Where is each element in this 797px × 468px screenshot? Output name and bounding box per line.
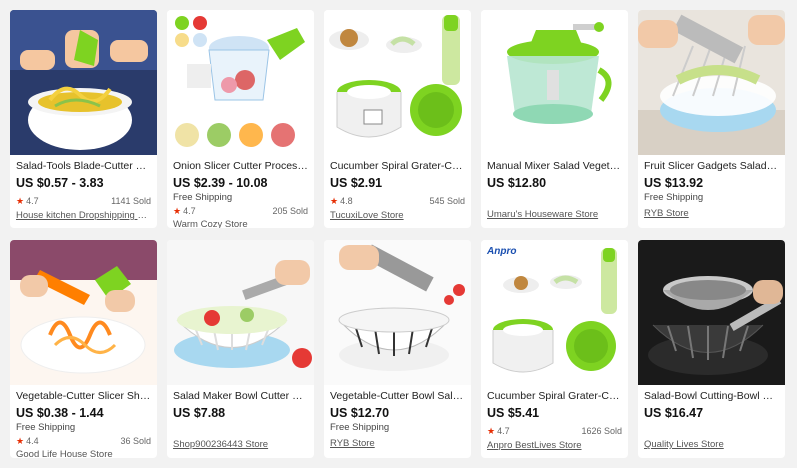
product-price: US $7.88 <box>173 406 226 420</box>
rating-value: 4.7 <box>497 426 510 436</box>
rating-value: 4.7 <box>183 206 196 216</box>
product-title[interactable]: Onion Slicer Cutter Processor Sala... <box>173 160 308 173</box>
sold-count: 1141 Sold <box>111 196 151 206</box>
product-meta: ★ 4.8 545 Sold <box>330 195 465 207</box>
product-info: Cucumber Spiral Grater-Cutter Sal... US … <box>324 155 471 222</box>
shipping-label: Free Shipping <box>16 422 76 433</box>
rating: ★ 4.7 <box>173 205 196 217</box>
product-card-4[interactable]: Manual Mixer Salad Vegetable Cho... US $… <box>481 10 628 228</box>
product-title[interactable]: Vegetable-Cutter Bowl Salad Kitch... <box>330 390 465 403</box>
store-link[interactable]: TucuxiLove Store <box>330 210 465 222</box>
star-icon: ★ <box>173 206 182 216</box>
product-price: US $12.80 <box>487 176 547 190</box>
shipping-label: Free Shipping <box>644 192 704 203</box>
product-price: US $5.41 <box>487 406 540 420</box>
product-image[interactable] <box>10 10 157 155</box>
product-image[interactable]: Anpro <box>481 240 628 385</box>
product-image[interactable] <box>638 10 785 155</box>
product-info: Vegetable-Cutter Bowl Salad Kitch... US … <box>324 385 471 450</box>
product-image[interactable] <box>324 240 471 385</box>
rating: ★ 4.8 <box>330 195 353 207</box>
product-card-8[interactable]: Vegetable-Cutter Bowl Salad Kitch... US … <box>324 240 471 458</box>
product-price: US $12.70 <box>330 406 390 420</box>
product-info: Salad Maker Bowl Cutter Slicer Ho... US … <box>167 385 314 451</box>
store-link[interactable]: RYB Store <box>644 208 779 220</box>
product-title[interactable]: Fruit Slicer Gadgets Salad Cutting-... <box>644 160 779 173</box>
product-card-7[interactable]: Salad Maker Bowl Cutter Slicer Ho... US … <box>167 240 314 458</box>
product-grid: Salad-Tools Blade-Cutter Grater Sp... US… <box>10 10 785 458</box>
product-price: US $13.92 <box>644 176 704 190</box>
product-image[interactable] <box>324 10 471 155</box>
store-link[interactable]: Good Life House Store <box>16 449 151 458</box>
sold-count: 1626 Sold <box>581 426 622 436</box>
product-image[interactable] <box>167 240 314 385</box>
product-image[interactable] <box>638 240 785 385</box>
product-meta: ★ 4.7 1626 Sold <box>487 425 622 437</box>
rating: ★ 4.4 <box>16 435 39 447</box>
product-title[interactable]: Cucumber Spiral Grater-Cutter Sal... <box>330 160 465 173</box>
product-price: US $2.39 - 10.08 <box>173 176 268 190</box>
star-icon: ★ <box>16 436 25 446</box>
product-price: US $2.91 <box>330 176 383 190</box>
product-info: Cucumber Spiral Grater-Cutter Bla... US … <box>481 385 628 452</box>
product-image[interactable] <box>481 10 628 155</box>
store-link[interactable]: Quality Lives Store <box>644 439 779 451</box>
product-info: Salad-Tools Blade-Cutter Grater Sp... US… <box>10 155 157 222</box>
product-info: Onion Slicer Cutter Processor Sala... US… <box>167 155 314 228</box>
store-link[interactable]: Umaru's Houseware Store <box>487 209 622 221</box>
product-title[interactable]: Manual Mixer Salad Vegetable Cho... <box>487 160 622 173</box>
store-link[interactable]: Anpro BestLives Store <box>487 440 622 452</box>
product-meta: ★ 4.4 36 Sold <box>16 435 151 447</box>
product-price: US $0.38 - 1.44 <box>16 406 104 420</box>
product-info: Fruit Slicer Gadgets Salad Cutting-... U… <box>638 155 785 220</box>
shipping-label: Free Shipping <box>173 192 233 203</box>
sold-count: 545 Sold <box>429 196 465 206</box>
product-info: Manual Mixer Salad Vegetable Cho... US $… <box>481 155 628 221</box>
rating: ★ 4.7 <box>487 425 510 437</box>
product-title[interactable]: Salad Maker Bowl Cutter Slicer Ho... <box>173 390 308 403</box>
product-image[interactable] <box>10 240 157 385</box>
shipping-label: Free Shipping <box>330 422 390 433</box>
product-info: Salad-Bowl Cutting-Bowl Fruit Stai... US… <box>638 385 785 451</box>
product-card-9[interactable]: Anpro Cucumber Spiral Grater-Cutter Bla.… <box>481 240 628 458</box>
product-card-10[interactable]: Salad-Bowl Cutting-Bowl Fruit Stai... US… <box>638 240 785 458</box>
product-title[interactable]: Salad-Bowl Cutting-Bowl Fruit Stai... <box>644 390 779 403</box>
store-link[interactable]: Warm Cozy Store <box>173 219 308 228</box>
star-icon: ★ <box>487 426 496 436</box>
product-card-2[interactable]: Onion Slicer Cutter Processor Sala... US… <box>167 10 314 228</box>
product-info: Vegetable-Cutter Slicer Shred-Devi... US… <box>10 385 157 458</box>
rating-value: 4.7 <box>26 196 39 206</box>
store-link[interactable]: Shop900236443 Store <box>173 439 308 451</box>
rating: ★ 4.7 <box>16 195 39 207</box>
star-icon: ★ <box>16 196 25 206</box>
product-card-5[interactable]: Fruit Slicer Gadgets Salad Cutting-... U… <box>638 10 785 228</box>
star-icon: ★ <box>330 196 339 206</box>
sold-count: 36 Sold <box>120 436 151 446</box>
brand-logo: Anpro <box>487 246 517 257</box>
product-title[interactable]: Cucumber Spiral Grater-Cutter Bla... <box>487 390 622 403</box>
product-meta: ★ 4.7 205 Sold <box>173 205 308 217</box>
product-card-3[interactable]: Cucumber Spiral Grater-Cutter Sal... US … <box>324 10 471 228</box>
rating-value: 4.4 <box>26 436 39 446</box>
store-link[interactable]: House kitchen Dropshipping Store <box>16 210 151 222</box>
sold-count: 205 Sold <box>272 206 308 216</box>
product-meta: ★ 4.7 1141 Sold <box>16 195 151 207</box>
product-title[interactable]: Salad-Tools Blade-Cutter Grater Sp... <box>16 160 151 173</box>
product-card-6[interactable]: Vegetable-Cutter Slicer Shred-Devi... US… <box>10 240 157 458</box>
product-image[interactable] <box>167 10 314 155</box>
product-price: US $0.57 - 3.83 <box>16 176 104 190</box>
product-price: US $16.47 <box>644 406 704 420</box>
product-card-1[interactable]: Salad-Tools Blade-Cutter Grater Sp... US… <box>10 10 157 228</box>
rating-value: 4.8 <box>340 196 353 206</box>
product-title[interactable]: Vegetable-Cutter Slicer Shred-Devi... <box>16 390 151 403</box>
store-link[interactable]: RYB Store <box>330 438 465 450</box>
